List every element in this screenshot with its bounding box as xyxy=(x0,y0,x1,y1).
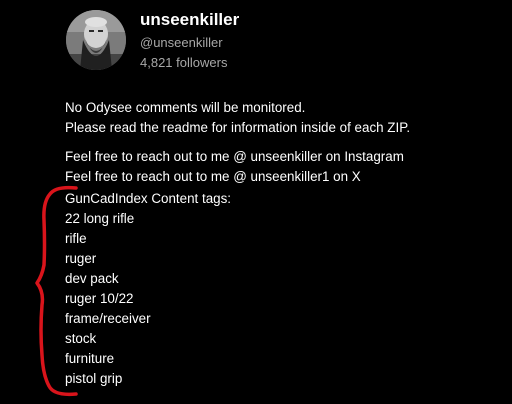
tag-list: 22 long rifle rifle ruger dev pack ruger… xyxy=(65,209,505,389)
description-paragraph: No Odysee comments will be monitored. Pl… xyxy=(65,98,505,138)
channel-name[interactable]: unseenkiller xyxy=(140,10,239,30)
tag-item: pistol grip xyxy=(65,371,123,386)
tag-item: stock xyxy=(65,331,97,346)
tag-item: rifle xyxy=(65,231,87,246)
description-line: Feel free to reach out to me @ unseenkil… xyxy=(65,149,404,164)
avatar-photo xyxy=(66,10,126,70)
tags-heading: GunCadIndex Content tags: xyxy=(65,191,232,206)
description-line: Feel free to reach out to me @ unseenkil… xyxy=(65,169,361,184)
follower-count: 4,821 followers xyxy=(140,55,228,70)
channel-header: unseenkiller @unseenkiller 4,821 followe… xyxy=(66,10,506,72)
description-line: No Odysee comments will be monitored. xyxy=(65,100,306,115)
tag-item: dev pack xyxy=(65,271,119,286)
channel-avatar[interactable] xyxy=(66,10,126,70)
tag-item: 22 long rifle xyxy=(65,211,135,226)
tag-item: frame/receiver xyxy=(65,311,151,326)
tag-item: ruger 10/22 xyxy=(65,291,134,306)
channel-handle: @unseenkiller xyxy=(140,35,223,50)
channel-description: No Odysee comments will be monitored. Pl… xyxy=(65,98,505,389)
description-paragraph: Feel free to reach out to me @ unseenkil… xyxy=(65,147,505,187)
tag-item: ruger xyxy=(65,251,97,266)
description-line: Please read the readme for information i… xyxy=(65,120,411,135)
tag-item: furniture xyxy=(65,351,115,366)
